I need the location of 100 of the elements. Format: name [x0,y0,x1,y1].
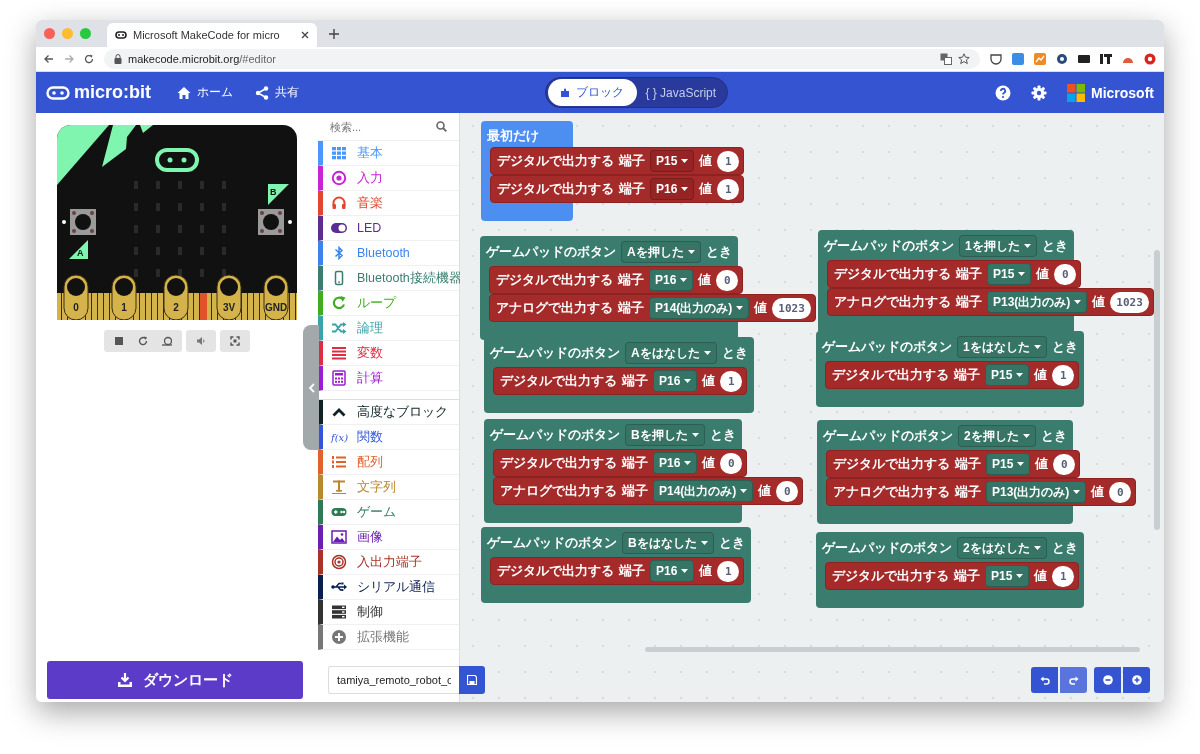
toolbox-category[interactable]: 計算 [318,366,459,391]
value-field[interactable]: 1 [720,370,743,392]
toolbox-category[interactable]: 拡張機能 [318,625,459,650]
collapse-handle[interactable] [303,325,319,450]
pin-dropdown[interactable]: P16 [653,452,698,474]
value-field[interactable]: 0 [1053,453,1076,475]
toolbox-category[interactable]: LED [318,216,459,241]
pin-dropdown[interactable]: P16 [653,370,698,392]
extension-icon[interactable] [1100,53,1112,65]
value-field[interactable]: 0 [1054,263,1077,285]
translate-icon[interactable] [940,53,952,65]
output-block[interactable]: デジタルで出力する 端子 P16 値 1 [493,367,748,395]
button-dropdown[interactable]: 2をはなした [957,537,1047,559]
redo-button[interactable] [1060,667,1087,693]
shuffle-icon [331,320,347,336]
pin-dropdown[interactable]: P14(出力のみ) [649,297,750,319]
output-block[interactable]: デジタルで出力する 端子 P16 値 1 [490,175,745,203]
button-dropdown[interactable]: 1をはなした [957,336,1047,358]
pin-dropdown[interactable]: P16 [649,269,694,291]
value-field[interactable]: 0 [716,269,739,291]
pin-dropdown[interactable]: P14(出力のみ) [653,480,754,502]
button-dropdown[interactable]: Bを押した [625,424,705,446]
value-field[interactable]: 0 [1109,481,1132,503]
output-block[interactable]: アナログで出力する 端子 P13(出力のみ) 値 1023 [827,288,1154,316]
download-button[interactable]: ダウンロード [47,661,303,699]
toolbox-category[interactable]: 文字列 [318,475,459,500]
output-block[interactable]: デジタルで出力する 端子 P15 値 1 [825,361,1080,389]
editor-tab[interactable]: ブロック [548,79,637,106]
block-label: デジタルで出力する [832,366,949,384]
button-dropdown[interactable]: Aをはなした [625,342,717,364]
value-field[interactable]: 1023 [772,297,811,319]
toolbox-category[interactable]: Bluetooth接続機器 [318,266,459,291]
search-field[interactable]: 検索... [328,119,432,134]
output-block[interactable]: アナログで出力する 端子 P14(出力のみ) 値 1023 [489,294,816,322]
output-block[interactable]: デジタルで出力する 端子 P16 値 0 [493,449,748,477]
button-dropdown[interactable]: 1を押した [959,235,1037,257]
extension-icon[interactable] [990,53,1002,65]
toolbox-category[interactable]: 入出力端子 [318,550,459,575]
value-field[interactable]: 0 [720,452,743,474]
output-block[interactable]: アナログで出力する 端子 P13(出力のみ) 値 0 [826,478,1137,506]
toolbox-category[interactable]: 制御 [318,600,459,625]
pin-label: 2 [173,302,179,313]
save-button[interactable] [459,666,485,694]
pin-dropdown[interactable]: P13(出力のみ) [987,291,1088,313]
toolbox-category[interactable]: 入力 [318,166,459,191]
address-field[interactable]: makecode.microbit.org/#editor [104,49,980,69]
value-field[interactable]: 0 [776,480,799,502]
extension-icon[interactable] [1078,53,1090,65]
toolbox-category[interactable]: f(x) 関数 [318,425,459,450]
pin-dropdown[interactable]: P16 [650,560,695,582]
block-label: 端子 [619,180,645,198]
pin-dropdown[interactable]: P16 [650,178,695,200]
toolbox-category[interactable]: 高度なブロック [318,400,459,425]
pin-dropdown[interactable]: P15 [986,453,1031,475]
scrollbar[interactable] [1154,250,1160,530]
extension-icon[interactable] [1056,53,1068,65]
undo-button[interactable] [1031,667,1058,693]
reload-icon[interactable] [84,54,94,64]
settings-icon[interactable] [1031,84,1047,101]
value-field[interactable]: 1 [1052,364,1075,386]
block-label: デジタルで出力する [497,152,614,170]
scrollbar[interactable] [645,647,1140,652]
close-icon[interactable] [301,31,309,39]
editor-tab[interactable]: { } JavaScript [636,79,725,106]
output-block[interactable]: デジタルで出力する 端子 P15 値 1 [825,562,1080,590]
back-icon[interactable] [44,54,54,64]
output-block[interactable]: デジタルで出力する 端子 P16 値 0 [489,266,744,294]
toolbox-category[interactable]: シリアル通信 [318,575,459,600]
browser-tab[interactable]: Microsoft MakeCode for micro [107,23,317,47]
pin-dropdown[interactable]: P13(出力のみ) [986,481,1087,503]
value-field[interactable]: 1 [717,150,740,172]
toolbox-category[interactable]: 配列 [318,450,459,475]
button-dropdown[interactable]: Bをはなした [622,532,714,554]
toolbox-category[interactable]: Bluetooth [318,241,459,266]
help-icon[interactable] [995,84,1011,101]
toolbox-category[interactable]: 変数 [318,341,459,366]
output-block[interactable]: アナログで出力する 端子 P14(出力のみ) 値 0 [493,477,804,505]
pin-dropdown[interactable]: P15 [987,263,1032,285]
pin-dropdown[interactable]: P15 [985,565,1030,587]
output-block[interactable]: デジタルで出力する 端子 P15 値 0 [826,450,1081,478]
toolbox-category[interactable]: ゲーム [318,500,459,525]
button-dropdown[interactable]: Aを押した [621,241,701,263]
new-tab-icon[interactable] [329,28,339,39]
nav-link[interactable]: ホーム [177,84,233,101]
toolbox-category[interactable]: 音楽 [318,191,459,216]
pin-dropdown[interactable]: P15 [650,150,695,172]
output-block[interactable]: デジタルで出力する 端子 P15 値 1 [490,147,745,175]
nav-link[interactable]: 共有 [255,84,299,101]
zoom-out-button[interactable] [1094,667,1121,693]
value-field[interactable]: 1 [717,178,740,200]
toolbox-category[interactable]: 画像 [318,525,459,550]
pin-dropdown[interactable]: P15 [985,364,1030,386]
value-field[interactable]: 1023 [1110,291,1149,313]
output-block[interactable]: デジタルで出力する 端子 P15 値 0 [827,260,1082,288]
output-block[interactable]: デジタルで出力する 端子 P16 値 1 [490,557,745,585]
button-dropdown[interactable]: 2を押した [958,425,1036,447]
value-field[interactable]: 1 [717,560,740,582]
zoom-in-button[interactable] [1123,667,1150,693]
value-field[interactable]: 1 [1052,565,1075,587]
star-icon[interactable] [958,53,970,65]
